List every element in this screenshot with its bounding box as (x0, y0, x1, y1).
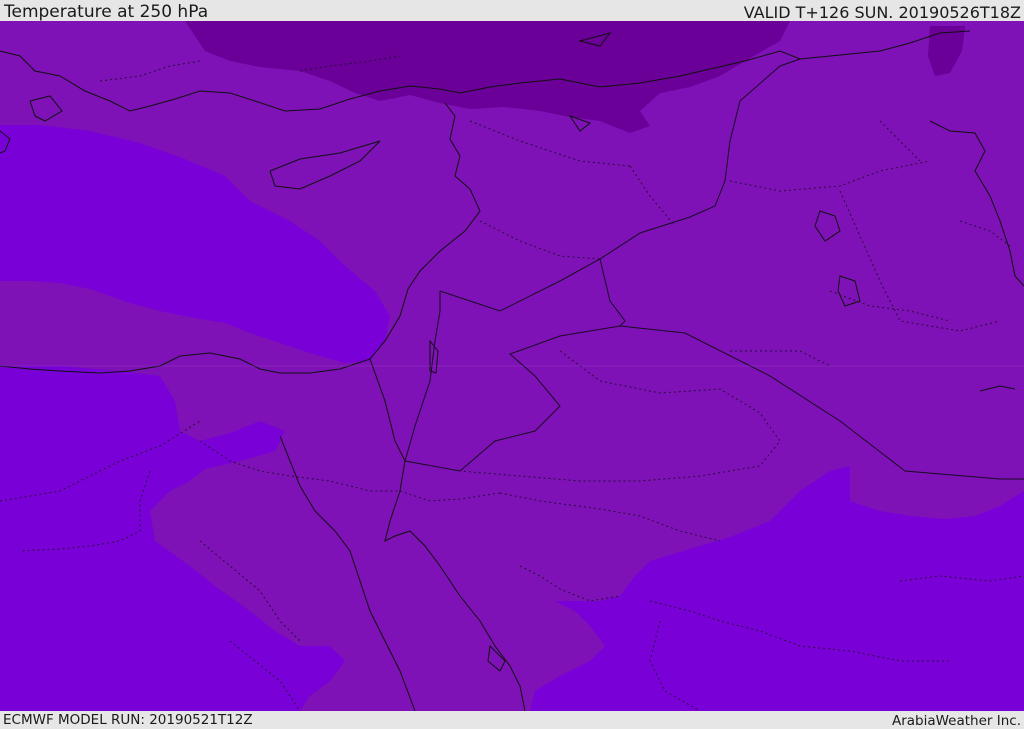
header-bar: Temperature at 250 hPa VALID T+126 SUN. … (0, 0, 1024, 22)
credit-label: ArabiaWeather Inc. (891, 713, 1021, 729)
temperature-map[interactable] (0, 21, 1024, 711)
valid-time: VALID T+126 SUN. 20190526T18Z (743, 3, 1021, 22)
model-run-label: ECMWF MODEL RUN: 20190521T12Z (3, 712, 253, 728)
footer-bar: ECMWF MODEL RUN: 20190521T12Z ArabiaWeat… (0, 711, 1024, 729)
map-canvas (0, 21, 1024, 711)
map-title: Temperature at 250 hPa (4, 2, 209, 22)
